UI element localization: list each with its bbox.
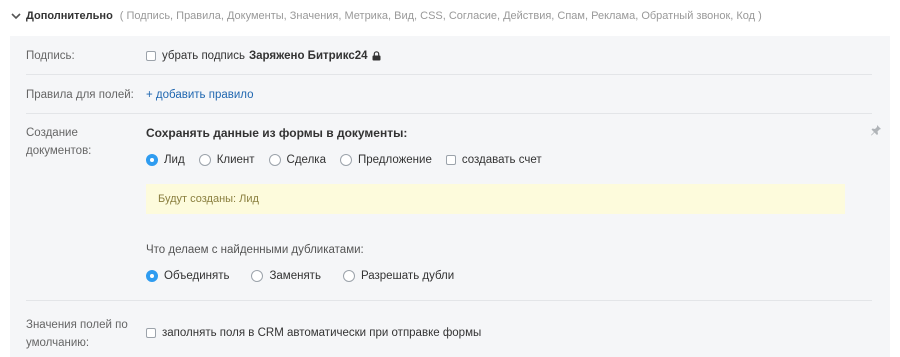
duplicates-allow[interactable]: Разрешать дубли — [342, 270, 455, 282]
radio-merge[interactable] — [146, 270, 158, 282]
settings-panel: Подпись: убрать подпись Заряжено Битрикс… — [10, 36, 890, 357]
document-type-deal[interactable]: Сделка — [268, 154, 326, 166]
remove-signature-text: убрать подпись — [162, 50, 245, 62]
created-documents-note-text: Будут созданы: Лид — [158, 193, 259, 205]
radio-replace[interactable] — [251, 270, 264, 282]
duplicates-label: Что делаем с найденными дубликатами: — [146, 244, 364, 256]
bitrix-brand-text: Заряжено Битрикс24 — [248, 50, 368, 62]
radio-allow-label: Разрешать дубли — [360, 270, 455, 282]
create-invoice-label: создавать счет — [461, 154, 542, 166]
remove-signature-checkbox[interactable] — [146, 51, 156, 61]
document-type-lead[interactable]: Лид — [146, 154, 185, 166]
documents-heading: Сохранять данные из формы в документы: — [146, 126, 408, 140]
radio-lead-label: Лид — [164, 154, 185, 166]
signature-label: Подпись: — [26, 50, 75, 62]
radio-allow[interactable] — [342, 270, 355, 282]
duplicates-replace[interactable]: Заменять — [251, 270, 321, 282]
field-rules-label: Правила для полей: — [26, 89, 134, 101]
divider — [26, 113, 872, 114]
radio-client[interactable] — [198, 154, 211, 166]
pin-icon[interactable] — [870, 124, 882, 136]
created-documents-note: Будут созданы: Лид — [146, 184, 845, 214]
lock-icon — [372, 51, 381, 61]
divider — [26, 74, 872, 75]
section-contents-list: ( Подпись, Правила, Документы, Значения,… — [119, 10, 762, 22]
radio-deal-label: Сделка — [286, 154, 326, 166]
radio-offer-label: Предложение — [357, 154, 432, 166]
create-documents-label-line2: документов: — [26, 145, 92, 157]
autofill-crm-label: заполнять поля в CRM автоматически при о… — [162, 327, 482, 339]
radio-lead[interactable] — [146, 154, 158, 166]
create-documents-label-line1: Создание — [26, 127, 78, 139]
radio-client-label: Клиент — [216, 154, 255, 166]
chevron-down-icon — [11, 13, 21, 20]
create-invoice-checkbox[interactable] — [445, 155, 456, 165]
add-rule-link[interactable]: + добавить правило — [146, 89, 254, 101]
document-type-client[interactable]: Клиент — [198, 154, 255, 166]
radio-deal[interactable] — [268, 154, 281, 166]
default-values-label-line1: Значения полей по — [26, 319, 128, 331]
radio-replace-label: Заменять — [269, 270, 321, 282]
default-values-label: Значения полей по умолчанию: — [26, 316, 128, 352]
duplicates-merge[interactable]: Объединять — [146, 270, 229, 282]
default-values-label-line2: умолчанию: — [26, 337, 90, 349]
section-header-additional[interactable]: Дополнительно ( Подпись, Правила, Докуме… — [10, 7, 762, 25]
radio-merge-label: Объединять — [164, 270, 230, 282]
create-documents-label: Создание документов: — [26, 124, 91, 160]
document-type-offer[interactable]: Предложение — [339, 154, 432, 166]
section-title: Дополнительно — [26, 10, 113, 22]
remove-signature-option[interactable]: убрать подпись Заряжено Битрикс24 — [146, 47, 381, 65]
document-type-options: Лид Клиент Сделка Предложение создавать … — [146, 151, 556, 169]
autofill-crm-option[interactable]: заполнять поля в CRM автоматически при о… — [146, 324, 481, 342]
radio-offer[interactable] — [339, 154, 352, 166]
create-invoice-option[interactable]: создавать счет — [445, 154, 542, 166]
autofill-crm-checkbox[interactable] — [146, 328, 156, 338]
duplicates-options: Объединять Заменять Разрешать дубли — [146, 267, 468, 285]
divider — [26, 300, 872, 301]
